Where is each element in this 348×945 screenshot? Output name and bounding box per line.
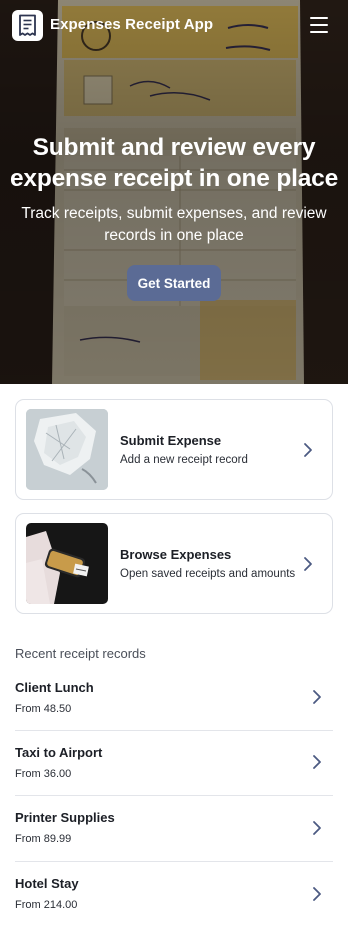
list-item-amount: From 89.99: [15, 833, 72, 845]
chevron-right-icon[interactable]: [302, 556, 314, 572]
chevron-right-icon[interactable]: [311, 754, 323, 770]
recent-records-heading: Recent receipt records: [15, 646, 146, 661]
hamburger-menu-icon[interactable]: [308, 15, 330, 35]
app-title[interactable]: Expenses Receipt App: [50, 16, 213, 33]
list-item[interactable]: Taxi to Airport From 36.00: [15, 745, 333, 810]
list-item[interactable]: Client Lunch From 48.50: [15, 680, 333, 745]
chevron-right-icon[interactable]: [311, 820, 323, 836]
list-item[interactable]: Hotel Stay From 214.00: [15, 876, 333, 941]
chevron-right-icon[interactable]: [302, 442, 314, 458]
list-item-title: Hotel Stay: [15, 876, 79, 891]
browse-expenses-card[interactable]: Browse Expenses Open saved receipts and …: [15, 513, 333, 614]
hero-section: Expenses Receipt App Submit and review e…: [0, 0, 348, 384]
hero-subtitle: Track receipts, submit expenses, and rev…: [21, 205, 327, 244]
list-item-title: Taxi to Airport: [15, 745, 103, 760]
get-started-button[interactable]: Get Started: [127, 265, 221, 301]
top-navigation: Expenses Receipt App: [0, 0, 348, 50]
submit-expense-card[interactable]: Submit Expense Add a new receipt record: [15, 399, 333, 500]
card-description: Open saved receipts and amounts: [120, 568, 296, 580]
list-item-amount: From 36.00: [15, 768, 72, 780]
card-title: Browse Expenses: [120, 547, 232, 562]
card-title: Submit Expense: [120, 433, 222, 448]
crumpled-receipt-image: [26, 409, 108, 490]
card-description: Add a new receipt record: [120, 454, 248, 466]
hero-title: Submit and review every expense receipt …: [9, 134, 338, 192]
divider: [15, 861, 333, 862]
phone-and-receipts-image: [26, 523, 108, 604]
divider: [15, 795, 333, 796]
chevron-right-icon[interactable]: [311, 689, 323, 705]
list-item-amount: From 48.50: [15, 703, 72, 715]
app-logo[interactable]: [12, 10, 43, 41]
list-item[interactable]: Printer Supplies From 89.99: [15, 810, 333, 875]
list-item-amount: From 214.00: [15, 899, 78, 911]
receipt-icon: [19, 14, 36, 36]
list-item-title: Client Lunch: [15, 680, 94, 695]
chevron-right-icon[interactable]: [311, 886, 323, 902]
divider: [15, 730, 333, 731]
list-item-title: Printer Supplies: [15, 810, 115, 825]
